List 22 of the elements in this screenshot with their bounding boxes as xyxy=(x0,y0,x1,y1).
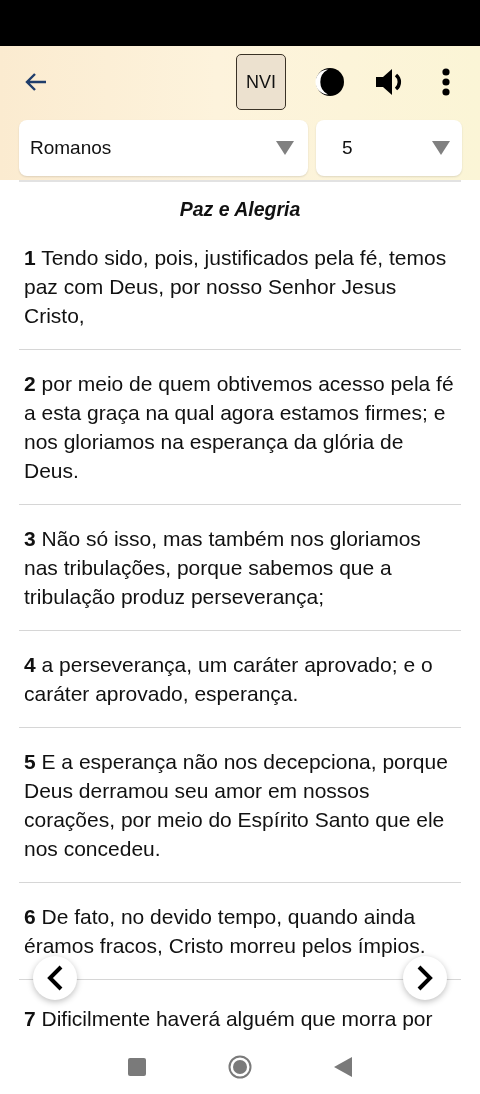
version-button[interactable]: NVI xyxy=(236,54,286,110)
previous-chapter-button[interactable] xyxy=(33,956,77,1000)
next-chapter-button[interactable] xyxy=(403,956,447,1000)
chevron-right-icon xyxy=(416,964,434,992)
book-dropdown[interactable]: Romanos xyxy=(19,120,308,176)
more-options-icon[interactable] xyxy=(442,68,450,96)
chapter-dropdown[interactable]: 5 xyxy=(316,120,462,176)
back-icon[interactable] xyxy=(334,1057,352,1077)
verse-text: 4 a perseverança, um caráter aprovado; e o caráter aprovado, esperança. xyxy=(24,652,434,707)
section-heading: Paz e Alegria xyxy=(19,180,461,235)
dropdown-caret-icon xyxy=(276,141,294,155)
moon-icon[interactable] xyxy=(314,66,346,98)
verse-text: 7 Dificilmente haverá alguém que morra por xyxy=(24,1006,434,1032)
verse-text: 5 E a esperança não nos decepciona, porque Deus derramou seu amor em nossos corações, por meio do Espírito Santo que ele nos concedeu. xyxy=(24,749,449,862)
chevron-left-icon xyxy=(46,964,64,992)
dropdown-caret-icon xyxy=(432,141,450,155)
home-icon[interactable] xyxy=(228,1055,252,1079)
verse-text: 2 por meio de quem obtivemos acesso pela fé a esta graça na qual agora estamos firmes; e nos gloriamos na esperança da glória de Deus. xyxy=(24,371,455,484)
back-arrow-icon[interactable] xyxy=(24,72,48,92)
verse-text: 3 Não só isso, mas também nos gloriamos nas tribulações, porque sabemos que a tribulação produz perseverança; xyxy=(24,526,422,610)
verse-text: 6 De fato, no devido tempo, quando ainda éramos fracos, Cristo morreu pelos ímpios. xyxy=(24,904,427,959)
verse-text: 1 Tendo sido, pois, justificados pela fé, temos paz com Deus, por nosso Senhor Jesus Cristo, xyxy=(24,245,448,329)
